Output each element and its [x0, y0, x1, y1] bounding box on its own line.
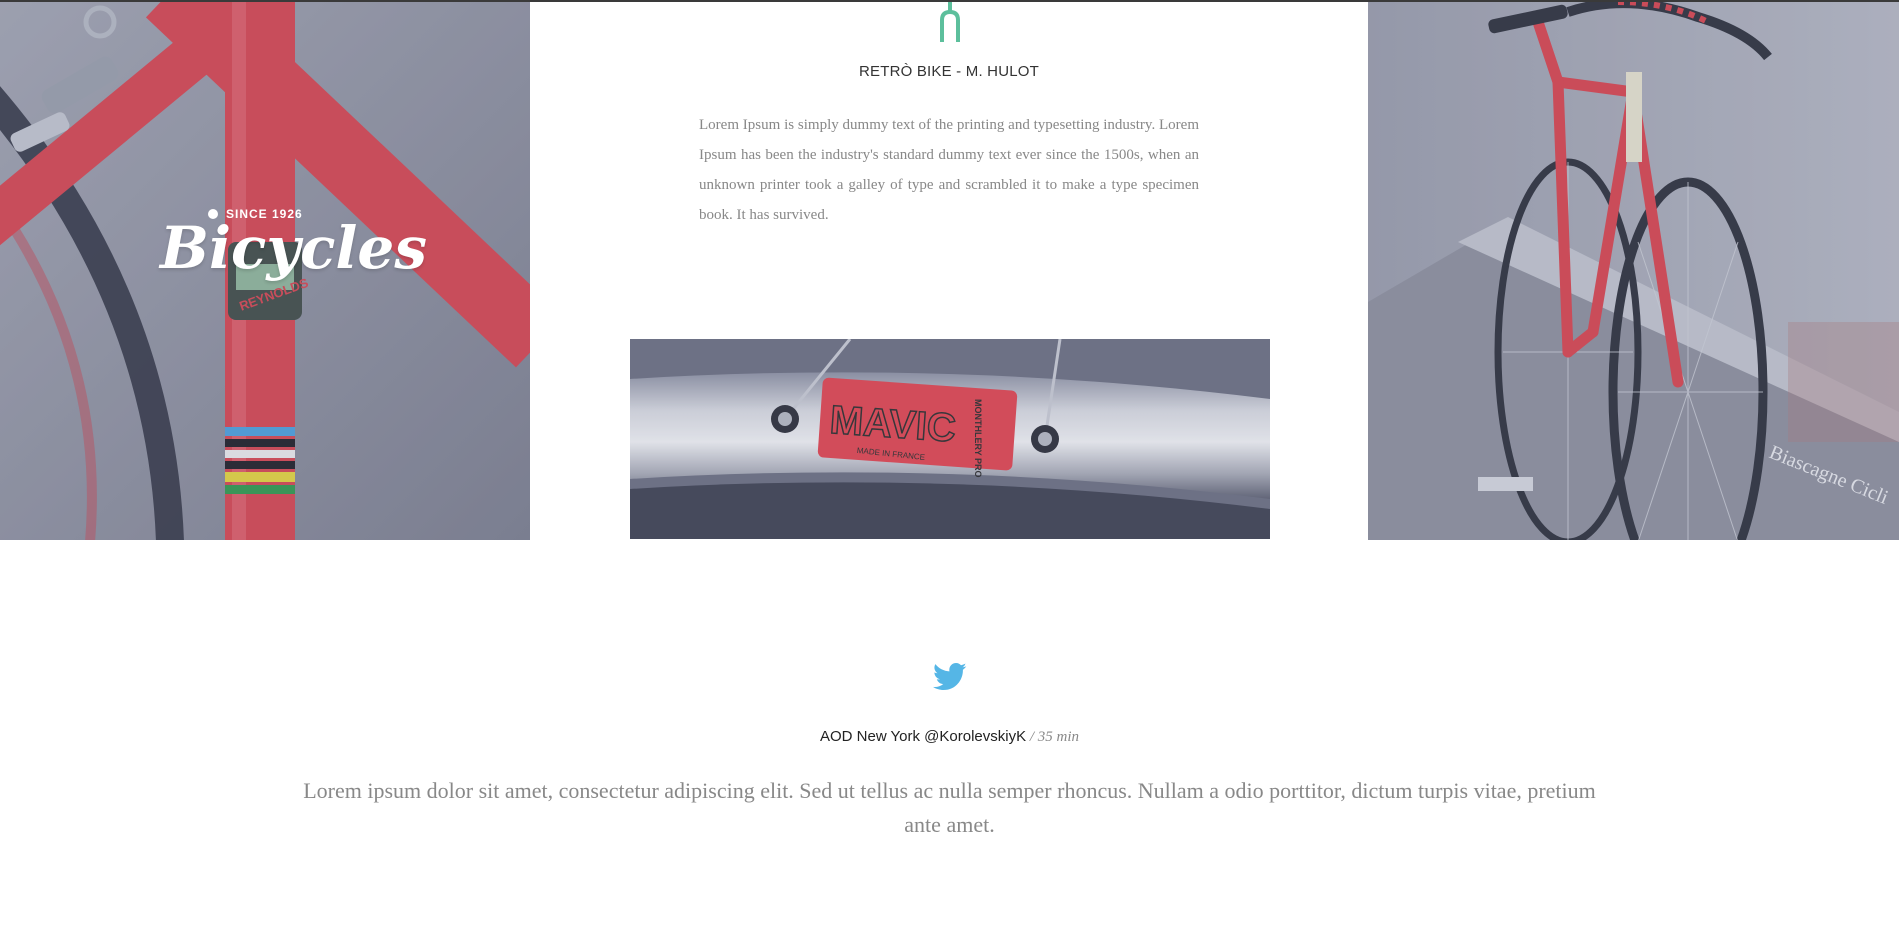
tweet-meta: AOD New York @KorolevskiyK / 35 min [0, 728, 1899, 746]
bicycle-leaning-illustration: Biascagne Cicli [1368, 2, 1899, 540]
tweet-author[interactable]: AOD New York @KorolevskiyK [820, 728, 1026, 745]
tweet-text: Lorem ipsum dolor sit amet, consectetur … [303, 778, 1596, 837]
bicycle-fork-icon [940, 2, 960, 42]
brand-logo: SINCE 1926 Bicycles [160, 207, 427, 277]
brand-name: Bicycles [160, 214, 427, 282]
wheel-rim-illustration: MAVIC MADE IN FRANCE MONTHLERY PRO [630, 339, 1270, 539]
bicycle-frame-photo: REYNOLDS SINCE 1926 Bicycles [0, 2, 530, 540]
article-title: RETRÒ BIKE - M. HULOT [858, 63, 1040, 80]
tweet-time: / 35 min [1026, 729, 1080, 745]
twitter-icon[interactable] [933, 662, 967, 692]
article-body: Lorem Ipsum is simply dummy text of the … [699, 117, 1199, 223]
center-article: RETRÒ BIKE - M. HULOT Lorem Ipsum is sim… [530, 2, 1368, 540]
bicycle-leaning-photo: Biascagne Cicli [1368, 2, 1899, 540]
wheel-rim-photo: MAVIC MADE IN FRANCE MONTHLERY PRO [630, 339, 1270, 539]
